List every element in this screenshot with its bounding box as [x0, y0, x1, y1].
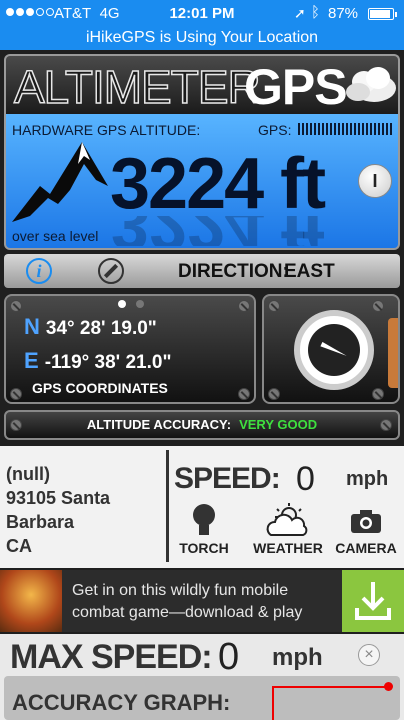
speed-unit: mph	[346, 468, 389, 490]
max-speed-unit: mph	[272, 644, 323, 671]
info-panel: (null) 93105 Santa Barbara CA SPEED: 0 m…	[0, 446, 404, 568]
accuracy-value: VERY GOOD	[239, 417, 318, 432]
longitude-row: E -119° 38' 21.0"	[24, 348, 172, 373]
latitude-row: N 34° 28' 19.0"	[24, 314, 157, 339]
camera-button[interactable]: CAMERA	[334, 502, 398, 556]
close-ad-button[interactable]: ×	[358, 644, 380, 666]
status-bar: AT&T 4G 12:01 PM ➚ ᛒ 87%	[0, 0, 404, 28]
graph-point	[384, 682, 393, 691]
address-line: Barbara	[6, 512, 75, 532]
weather-icon	[266, 503, 308, 536]
speed-label: SPEED:	[174, 462, 281, 495]
altitude-value: 3224 ft	[110, 144, 326, 224]
screw-icon	[238, 300, 250, 312]
compass-face	[308, 324, 360, 376]
torch-label: TORCH	[179, 540, 229, 556]
gps-coordinates-panel[interactable]: N 34° 28' 19.0" E -119° 38' 21.0" GPS COOR…	[4, 294, 256, 404]
weather-button[interactable]: WEATHER	[250, 502, 326, 556]
cloud-icon[interactable]	[344, 64, 398, 106]
mountain-icon	[12, 142, 108, 222]
address-line: 93105 Santa	[6, 488, 111, 508]
download-icon	[355, 582, 391, 620]
ad-game-image[interactable]	[0, 570, 62, 632]
longitude-value: -119° 38' 21.0"	[44, 352, 172, 373]
latitude-value: 34° 28' 19.0"	[45, 318, 157, 339]
screw-icon	[372, 300, 384, 312]
altitude-panel: HARDWARE GPS ALTITUDE: GPS: 3224 ft 3224…	[4, 114, 400, 250]
divider	[166, 450, 169, 562]
address-line: CA	[6, 536, 32, 556]
compass-panel[interactable]	[262, 294, 400, 404]
torch-button[interactable]: TORCH	[176, 502, 232, 556]
address-line: (null)	[6, 464, 50, 484]
max-speed-panel: MAX SPEED: 0 mph × ACCURACY GRAPH:	[0, 634, 404, 720]
app-title-gps: GPS	[244, 59, 348, 115]
screw-icon	[268, 388, 280, 400]
camera-label: CAMERA	[335, 540, 397, 556]
screw-icon	[10, 300, 22, 312]
gps-signal-bars-icon	[298, 123, 394, 135]
location-arrow-icon: ➚	[294, 5, 306, 21]
direction-value: EAST	[284, 261, 335, 282]
screw-icon	[238, 388, 250, 400]
torch-icon	[193, 504, 215, 535]
gps-signal-label: GPS:	[258, 122, 292, 138]
compass-drawer-handle[interactable]	[388, 318, 398, 388]
graph-line	[272, 686, 390, 688]
screw-icon	[372, 388, 384, 400]
ad-text[interactable]: Get in on this wildly fun mobile combat …	[72, 580, 332, 624]
accuracy-label: ALTITUDE ACCURACY:	[86, 417, 232, 432]
direction-bar: i DIRECTION: EAST	[4, 254, 400, 288]
max-speed-value: 0	[218, 636, 240, 678]
altitude-reference-label: over sea level	[12, 228, 99, 244]
page-indicator[interactable]	[118, 300, 144, 308]
graph-line	[272, 686, 274, 720]
screw-icon	[268, 300, 280, 312]
max-speed-label: MAX SPEED:	[10, 638, 213, 676]
screw-icon	[10, 419, 22, 431]
gps-coordinates-caption: GPS COORDINATES	[32, 380, 168, 396]
screw-icon	[10, 388, 22, 400]
location-in-use-banner[interactable]: iHikeGPS is Using Your Location	[0, 28, 404, 50]
info-icon[interactable]: i	[26, 258, 52, 284]
camera-icon	[351, 510, 381, 533]
direction-label: DIRECTION:	[178, 261, 289, 282]
download-button[interactable]	[342, 570, 404, 632]
compass-needle-icon	[319, 339, 349, 362]
bluetooth-icon: ᛒ	[311, 4, 321, 21]
accuracy-graph: ACCURACY GRAPH:	[4, 676, 400, 720]
accuracy-graph-label: ACCURACY GRAPH:	[12, 690, 231, 715]
app-title-altimeter: ALTIMETER	[13, 60, 261, 114]
battery-percent: 87%	[328, 5, 359, 22]
screw-icon	[380, 419, 392, 431]
app-header: ALTIMETER GPS	[4, 54, 400, 115]
altitude-lock-button[interactable]: I	[358, 164, 392, 198]
battery-icon	[368, 8, 397, 20]
compass-dial	[294, 310, 374, 390]
compass-icon[interactable]	[98, 258, 124, 284]
speed-value: 0	[296, 460, 315, 498]
altitude-reflection: 3224 ft	[110, 216, 324, 246]
ad-banner[interactable]: Get in on this wildly fun mobile combat …	[0, 570, 404, 632]
weather-label: WEATHER	[253, 540, 323, 556]
altitude-accuracy-bar: ALTITUDE ACCURACY: VERY GOOD	[4, 410, 400, 440]
address: (null) 93105 Santa Barbara CA	[6, 462, 110, 558]
